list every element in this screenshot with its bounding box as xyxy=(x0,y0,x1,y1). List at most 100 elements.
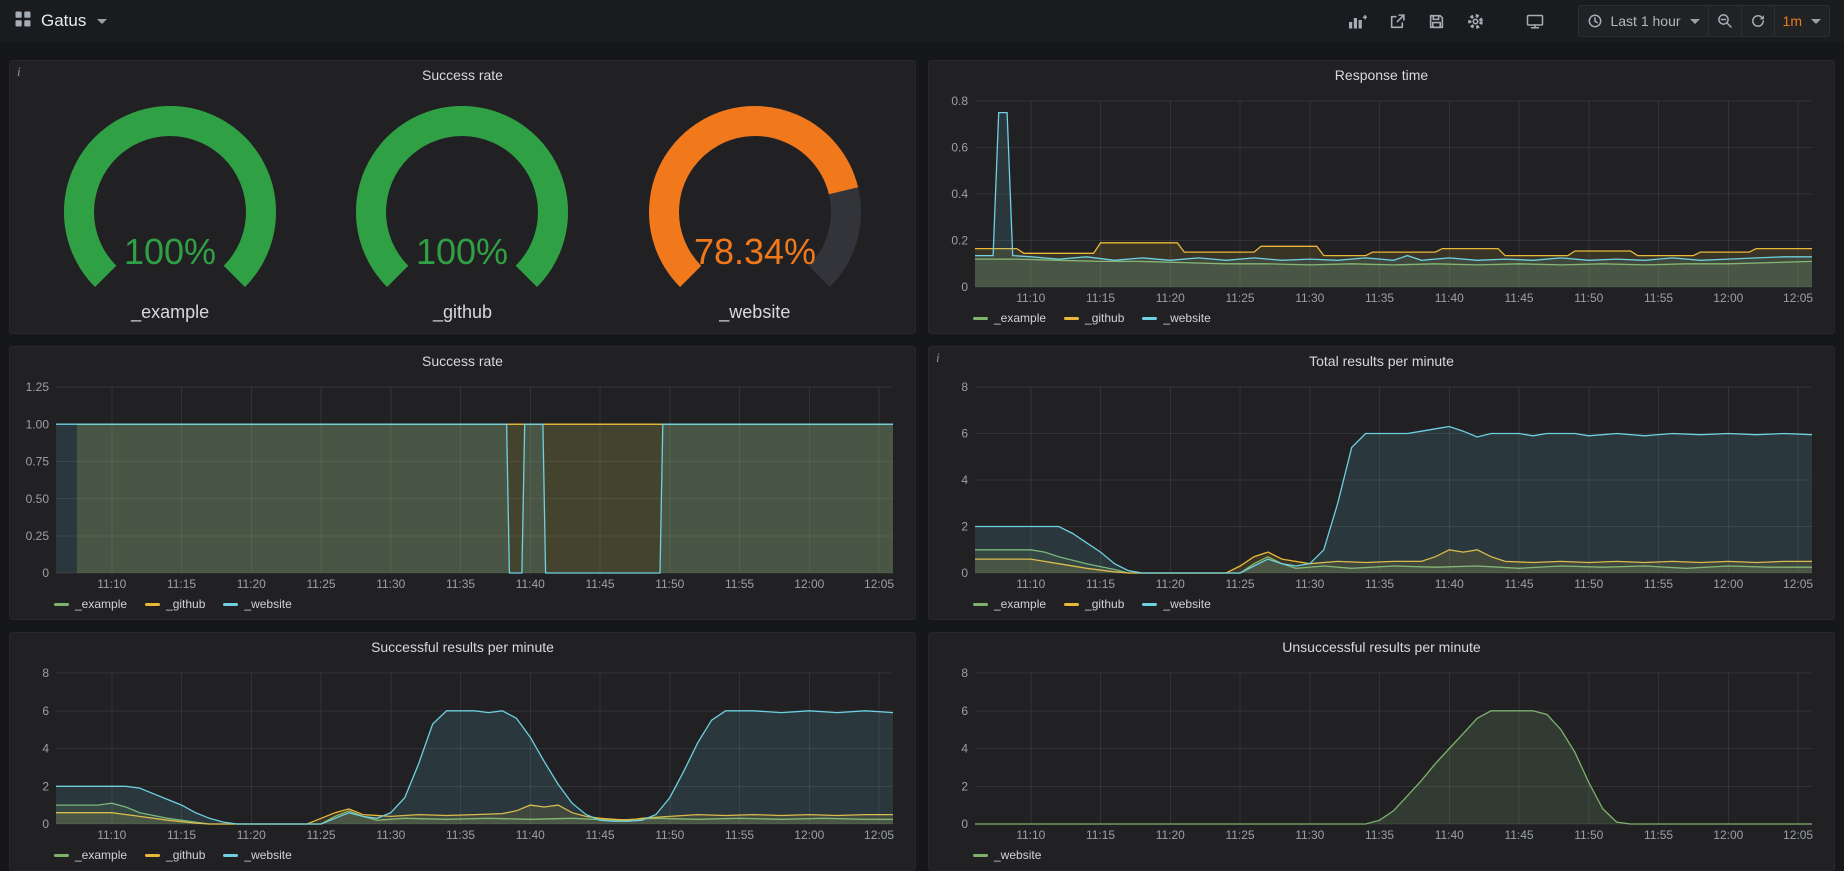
dashboard-title[interactable]: Gatus xyxy=(41,11,86,31)
panel-total-results: i Total results per minute 0246811:1011:… xyxy=(928,346,1835,620)
svg-text:11:35: 11:35 xyxy=(1365,828,1394,842)
legend-item-_website[interactable]: _website xyxy=(223,597,291,611)
svg-text:11:30: 11:30 xyxy=(376,828,405,842)
total-results-chart[interactable]: 0246811:1011:1511:2011:2511:3011:3511:40… xyxy=(935,377,1826,593)
gauge-value: 78.34% xyxy=(694,231,816,272)
response-time-chart[interactable]: 00.20.40.60.811:1011:1511:2011:2511:3011… xyxy=(935,91,1826,307)
legend-item-_github[interactable]: _github xyxy=(145,597,205,611)
zoom-out-icon xyxy=(1717,13,1733,29)
svg-text:2: 2 xyxy=(961,779,968,793)
svg-text:11:20: 11:20 xyxy=(1156,828,1185,842)
svg-text:12:05: 12:05 xyxy=(1783,291,1813,305)
svg-text:2: 2 xyxy=(961,520,968,534)
legend-item-_github[interactable]: _github xyxy=(1064,311,1124,325)
svg-text:11:45: 11:45 xyxy=(1504,577,1533,591)
svg-text:11:10: 11:10 xyxy=(97,828,126,842)
share-button[interactable] xyxy=(1381,6,1414,36)
legend-item-_example[interactable]: _example xyxy=(973,597,1046,611)
svg-text:11:10: 11:10 xyxy=(1016,577,1045,591)
svg-text:11:20: 11:20 xyxy=(1156,577,1185,591)
svg-text:11:20: 11:20 xyxy=(237,828,266,842)
legend-swatch-icon xyxy=(145,854,160,857)
panel-info-icon[interactable]: i xyxy=(936,350,940,366)
svg-text:11:40: 11:40 xyxy=(1435,828,1464,842)
svg-text:11:30: 11:30 xyxy=(376,577,405,591)
dashboards-grid-icon[interactable] xyxy=(14,10,32,33)
time-range-picker-button[interactable]: Last 1 hour xyxy=(1579,6,1707,36)
unsuccessful-results-chart[interactable]: 0246811:1011:1511:2011:2511:3011:3511:40… xyxy=(935,663,1826,844)
svg-text:0.6: 0.6 xyxy=(951,141,968,155)
svg-text:12:00: 12:00 xyxy=(1713,291,1743,305)
add-panel-button[interactable] xyxy=(1340,6,1375,36)
svg-text:0: 0 xyxy=(961,280,968,294)
legend-item-_example[interactable]: _example xyxy=(54,848,127,862)
svg-text:12:00: 12:00 xyxy=(794,577,824,591)
panel-info-icon[interactable]: i xyxy=(17,64,21,80)
svg-text:11:55: 11:55 xyxy=(1644,828,1673,842)
svg-text:1.00: 1.00 xyxy=(26,417,50,431)
svg-text:11:35: 11:35 xyxy=(1365,291,1394,305)
svg-text:11:20: 11:20 xyxy=(1156,291,1185,305)
svg-text:0.4: 0.4 xyxy=(951,187,968,201)
panel-successful-results: Successful results per minute 0246811:10… xyxy=(9,632,916,871)
clock-icon xyxy=(1587,13,1603,29)
gauge-group: 100%_example100%_github78.34%_website xyxy=(10,89,915,333)
panel-title[interactable]: Success rate xyxy=(10,347,915,375)
legend-item-_github[interactable]: _github xyxy=(145,848,205,862)
refresh-button[interactable] xyxy=(1741,6,1774,36)
success-rate-chart[interactable]: 00.250.500.751.001.2511:1011:1511:2011:2… xyxy=(16,377,907,593)
legend-item-_example[interactable]: _example xyxy=(54,597,127,611)
legend-label: _website xyxy=(994,848,1041,862)
save-button[interactable] xyxy=(1420,6,1453,36)
save-icon xyxy=(1428,13,1445,30)
legend-item-_example[interactable]: _example xyxy=(973,311,1046,325)
svg-text:0.2: 0.2 xyxy=(951,234,968,248)
successful-results-chart[interactable]: 0246811:1011:1511:2011:2511:3011:3511:40… xyxy=(16,663,907,844)
panel-title[interactable]: Unsuccessful results per minute xyxy=(929,633,1834,661)
svg-text:11:30: 11:30 xyxy=(1295,828,1324,842)
panel-title[interactable]: Success rate xyxy=(10,61,915,89)
legend-swatch-icon xyxy=(1142,603,1157,606)
svg-text:11:45: 11:45 xyxy=(585,828,614,842)
gauge-arc: 100% xyxy=(334,100,590,300)
svg-text:11:15: 11:15 xyxy=(1086,577,1115,591)
legend-swatch-icon xyxy=(1064,317,1079,320)
svg-text:0: 0 xyxy=(961,817,968,831)
svg-text:4: 4 xyxy=(961,742,968,756)
svg-text:11:50: 11:50 xyxy=(1574,577,1603,591)
refresh-icon xyxy=(1750,13,1766,29)
legend-item-_github[interactable]: _github xyxy=(1064,597,1124,611)
svg-text:12:05: 12:05 xyxy=(1783,828,1813,842)
time-controls-group: Last 1 hour xyxy=(1578,5,1830,37)
panel-success-rate-graph: Success rate 00.250.500.751.001.2511:101… xyxy=(9,346,916,620)
svg-text:12:00: 12:00 xyxy=(1713,828,1743,842)
svg-text:11:10: 11:10 xyxy=(1016,291,1045,305)
svg-text:11:50: 11:50 xyxy=(1574,828,1603,842)
svg-text:4: 4 xyxy=(42,742,49,756)
legend-item-_website[interactable]: _website xyxy=(223,848,291,862)
legend-item-_website[interactable]: _website xyxy=(973,848,1041,862)
zoom-out-button[interactable] xyxy=(1708,6,1741,36)
svg-text:11:25: 11:25 xyxy=(1225,577,1254,591)
panel-title[interactable]: Response time xyxy=(929,61,1834,89)
svg-text:11:50: 11:50 xyxy=(1574,291,1603,305)
cycle-view-button[interactable] xyxy=(1518,6,1552,36)
time-range-caret-icon xyxy=(1690,19,1700,24)
panel-unsuccessful-results: Unsuccessful results per minute 0246811:… xyxy=(928,632,1835,871)
gauge-value: 100% xyxy=(416,231,508,272)
svg-text:0.25: 0.25 xyxy=(26,529,50,543)
legend-swatch-icon xyxy=(223,603,238,606)
refresh-interval-dropdown[interactable]: 1m xyxy=(1774,6,1829,36)
svg-text:11:45: 11:45 xyxy=(1504,828,1533,842)
legend-item-_website[interactable]: _website xyxy=(1142,597,1210,611)
chart-legend: _example _github _website xyxy=(16,844,907,866)
svg-text:11:40: 11:40 xyxy=(1435,577,1464,591)
settings-button[interactable] xyxy=(1459,6,1492,36)
svg-text:11:20: 11:20 xyxy=(237,577,266,591)
panel-title[interactable]: Total results per minute xyxy=(929,347,1834,375)
svg-text:1.25: 1.25 xyxy=(26,380,50,394)
legend-label: _website xyxy=(244,597,291,611)
dashboard-dropdown-caret-icon[interactable] xyxy=(97,19,107,24)
legend-item-_website[interactable]: _website xyxy=(1142,311,1210,325)
panel-title[interactable]: Successful results per minute xyxy=(10,633,915,661)
